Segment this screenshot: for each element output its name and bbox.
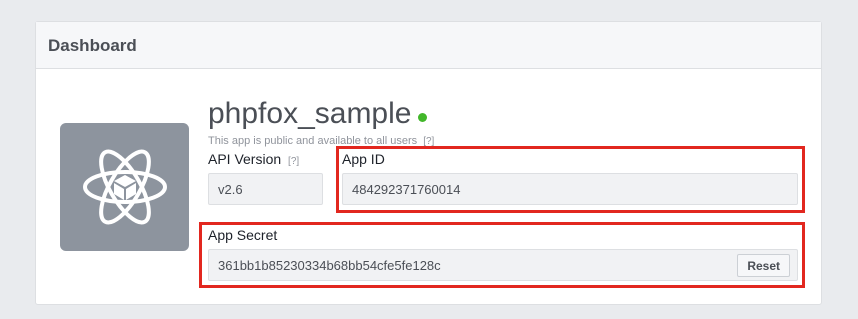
app-icon xyxy=(60,123,189,251)
status-dot xyxy=(418,112,428,122)
api-version-help[interactable]: [?] xyxy=(288,156,299,167)
atom-cube-icon xyxy=(82,149,167,225)
api-version-field[interactable]: v2.6 xyxy=(208,173,323,205)
api-version-label: API Version [?] xyxy=(208,151,299,167)
panel-title: Dashboard xyxy=(48,36,137,55)
app-name: phpfox_sample xyxy=(208,97,412,130)
app-id-highlight xyxy=(336,146,805,213)
api-version-label-text: API Version xyxy=(208,151,282,167)
app-secret-highlight xyxy=(199,222,805,288)
app-name-row: phpfox_sample xyxy=(208,97,428,131)
panel-header: Dashboard xyxy=(36,22,821,69)
